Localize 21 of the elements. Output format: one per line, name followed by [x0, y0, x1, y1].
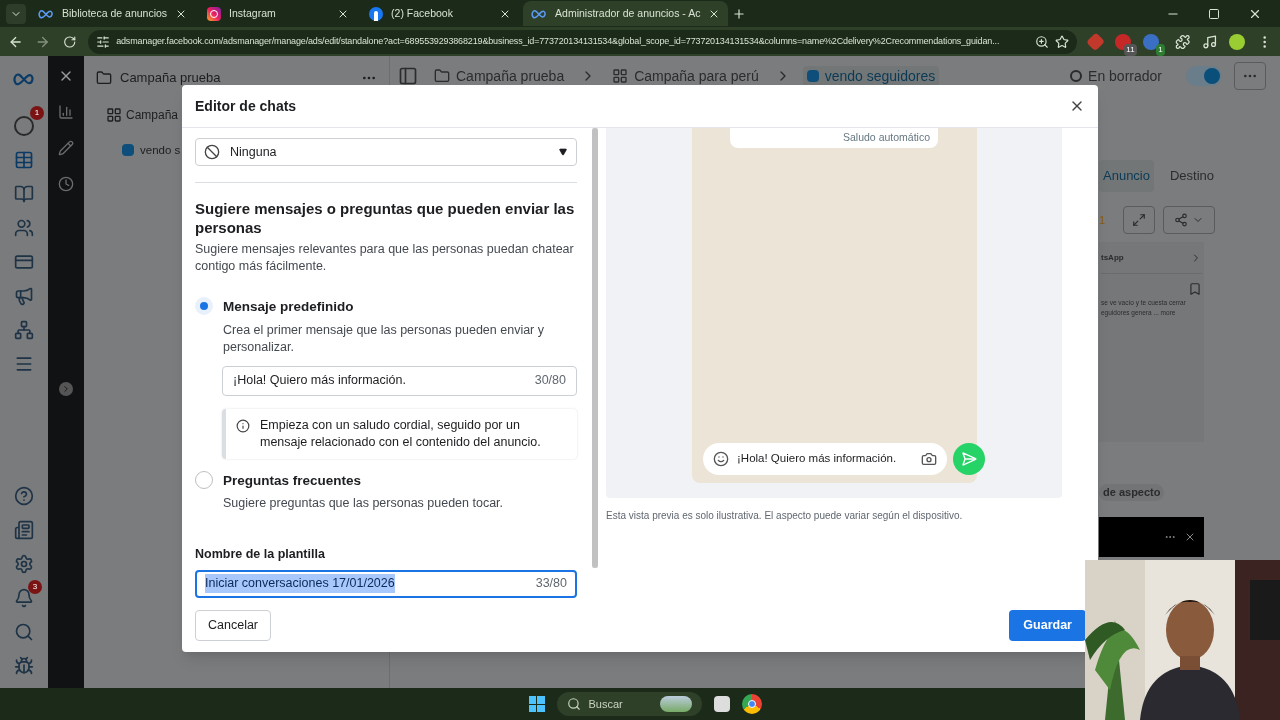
preview-title: tsApp [1101, 251, 1124, 264]
option-description: Crea el primer mensaje que las personas pueden enviar y personalizar. [223, 321, 545, 356]
dialog-title: Editor de chats [195, 96, 297, 116]
tab-title: Biblioteca de anuncios [62, 5, 168, 21]
option-description: Sugiere preguntas que las personas pueden tocar. [223, 494, 504, 512]
tab-title: Administrador de anuncios - Ac [555, 5, 701, 21]
notification-badge: 1 [30, 106, 44, 120]
field-label: Nombre de la plantilla [195, 545, 326, 563]
url-text: adsmanager.facebook.com/adsmanager/manage/ads/edit/standalone?act=6895539293868219&business_id=773720134131534&global_scope_id=773720134131534&columns=name%2Cdelivery%2Crecommendations_guidan... [116, 34, 1001, 48]
preview-note: Esta vista previa es solo ilustrativa. El aspecto puede variar según el dispositivo. [606, 509, 964, 523]
notification-badge: 3 [28, 580, 42, 594]
section-title: Sugiere mensajes o preguntas que pueden enviar las personas [195, 199, 576, 238]
issue-count: 1 [1099, 212, 1107, 228]
status-label: En borrador [1070, 65, 1162, 87]
tip-text: Empieza con un saludo cordial, seguido por un mensaje relacionado con el contenido del anuncio. [260, 416, 542, 451]
section-description: Sugiere mensajes relevantes para que las personas puedan chatear contigo más fácilmente. [195, 241, 575, 276]
tab-title: Instagram [229, 5, 277, 21]
tab-title: (2) Facebook [391, 5, 454, 21]
extension-badge: 11 [1124, 43, 1137, 56]
bubble-caption: Saludo automático [843, 130, 930, 146]
extension-badge: 1 [1156, 43, 1165, 56]
